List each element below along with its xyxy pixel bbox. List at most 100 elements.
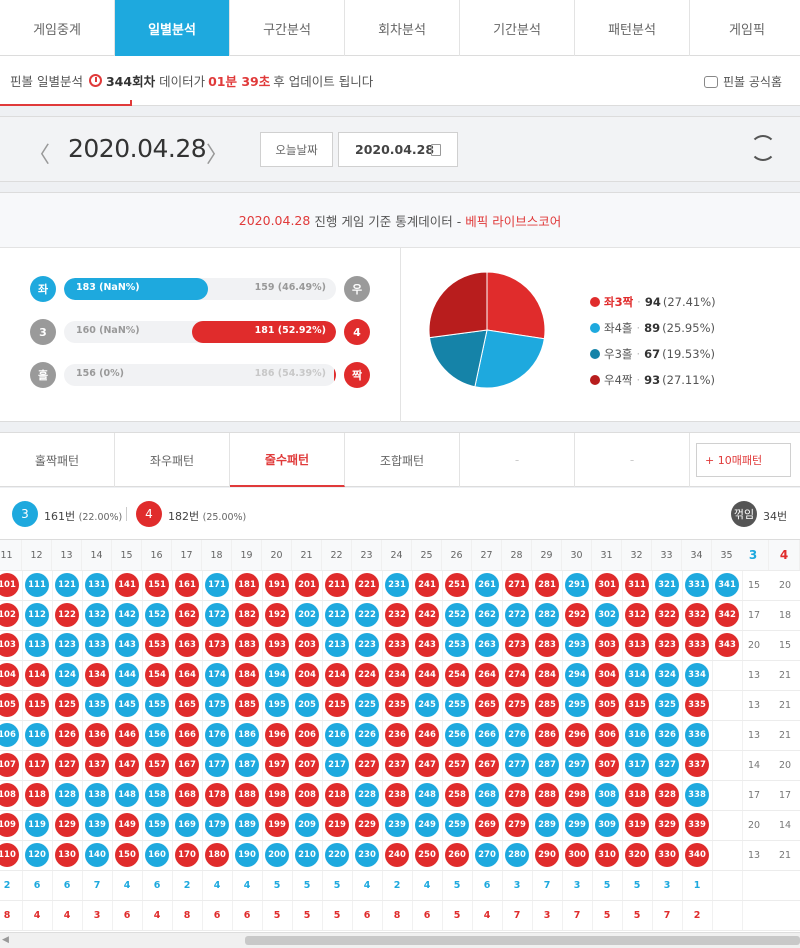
grid-ball: 264	[475, 663, 499, 687]
pattern-tab-3[interactable]: 조합패턴	[345, 433, 460, 487]
legend-pct: (19.53%)	[662, 347, 715, 361]
grid-ball: 136	[85, 723, 109, 747]
grid-foot-blue: 7	[543, 879, 551, 891]
grid-ball: 291	[565, 573, 589, 597]
grid-foot-blue: 4	[243, 879, 251, 891]
grid-ball: 128	[55, 783, 79, 807]
grid-ball: 321	[655, 573, 679, 597]
grid-ball: 155	[145, 693, 169, 717]
nav-tab-1[interactable]: 일별분석	[115, 0, 230, 56]
grid-vline	[712, 540, 713, 930]
date-input[interactable]: 2020.04.28	[338, 132, 458, 167]
nav-tab-3[interactable]: 회차분석	[345, 0, 460, 56]
grid-header-26: 26	[442, 540, 472, 570]
grid-ball: 114	[25, 663, 49, 687]
grid-ball: 272	[505, 603, 529, 627]
grid-ball: 230	[355, 843, 379, 867]
grid-ball: 108	[0, 783, 19, 807]
scroll-left-icon[interactable]: ◀	[2, 935, 9, 945]
stat-right-value: 181 (52.92%)	[254, 325, 326, 336]
grid-ball: 175	[205, 693, 229, 717]
pattern-tab-4[interactable]: -	[460, 433, 575, 487]
official-home-link[interactable]: 핀볼 공식홈	[703, 73, 782, 90]
nav-tab-5[interactable]: 패턴분석	[575, 0, 690, 56]
grid-header-19: 19	[232, 540, 262, 570]
grid-ball: 104	[0, 663, 19, 687]
grid-header-32: 32	[622, 540, 652, 570]
link-icon	[703, 75, 718, 88]
legend-sep: ·	[636, 373, 641, 387]
grid-foot-blue: 7	[93, 879, 101, 891]
ten-pattern-button[interactable]: + 10매패턴	[696, 443, 791, 477]
clock-icon	[88, 74, 102, 87]
stat-bar-track: 160 (NaN%) 181 (52.92%)	[64, 321, 336, 343]
grid-ball: 294	[565, 663, 589, 687]
grid-ball: 276	[505, 723, 529, 747]
grid-ball: 140	[85, 843, 109, 867]
grid-ball: 171	[205, 573, 229, 597]
grid-ball: 253	[445, 633, 469, 657]
scrollbar-thumb[interactable]	[245, 936, 800, 945]
grid-ball: 274	[505, 663, 529, 687]
grid-ball: 327	[655, 753, 679, 777]
nav-tab-2[interactable]: 구간분석	[230, 0, 345, 56]
legend-sep: ·	[636, 321, 641, 335]
broken-badge: 꺾임	[731, 501, 757, 527]
grid-foot-blue: 2	[183, 879, 191, 891]
grid-ball: 278	[505, 783, 529, 807]
grid-ball: 180	[205, 843, 229, 867]
pattern-tab-0[interactable]: 홀짝패턴	[0, 433, 115, 487]
nav-tab-0[interactable]: 게임중계	[0, 0, 115, 56]
grid-ball: 179	[205, 813, 229, 837]
grid-ball: 250	[415, 843, 439, 867]
grid-ball: 334	[685, 663, 709, 687]
grid-ball: 260	[445, 843, 469, 867]
grid-ball: 169	[175, 813, 199, 837]
grid-ball: 103	[0, 633, 19, 657]
notice-suffix: 후 업데이트 됩니다	[273, 74, 374, 89]
summary-3-pct: (22.00%)	[78, 512, 123, 523]
grid-ball: 178	[205, 783, 229, 807]
grid-ball: 330	[655, 843, 679, 867]
grid-ball: 204	[295, 663, 319, 687]
grid-ball: 313	[625, 633, 649, 657]
grid-ball: 196	[265, 723, 289, 747]
grid-scrollbar[interactable]: ◀	[0, 932, 800, 948]
pie-slice-0	[486, 271, 546, 340]
grid-ball: 341	[715, 573, 739, 597]
current-date: 2020.04.28	[68, 134, 207, 163]
grid-ball: 225	[355, 693, 379, 717]
grid-ball: 312	[625, 603, 649, 627]
date-bar: 〈 2020.04.28 〉 오늘날짜 2020.04.28	[0, 116, 800, 182]
grid-ball: 323	[655, 633, 679, 657]
pattern-tab-5[interactable]: -	[575, 433, 690, 487]
stats-divider	[400, 248, 401, 422]
grid-ball: 203	[295, 633, 319, 657]
pattern-tab-1[interactable]: 좌우패턴	[115, 433, 230, 487]
grid-side-value: 14	[778, 819, 792, 831]
grid-ball: 236	[385, 723, 409, 747]
grid-ball: 139	[85, 813, 109, 837]
nav-tab-6[interactable]: 게임픽	[690, 0, 800, 56]
nav-tab-4[interactable]: 기간분석	[460, 0, 575, 56]
grid-side-head-3: 3	[738, 540, 769, 570]
stat-right-value: 159 (46.49%)	[254, 282, 326, 293]
prev-date-button[interactable]: 〈	[28, 137, 50, 169]
today-button[interactable]: 오늘날짜	[260, 132, 333, 167]
grid-ball: 326	[655, 723, 679, 747]
pattern-tab-2[interactable]: 줄수패턴	[230, 433, 345, 487]
grid-ball: 247	[415, 753, 439, 777]
legend-dot	[590, 297, 600, 307]
grid-ball: 112	[25, 603, 49, 627]
next-date-button[interactable]: 〉	[206, 137, 228, 169]
grid-header-34: 34	[682, 540, 712, 570]
grid-side-value: 20	[778, 759, 792, 771]
grid-side-value: 21	[778, 669, 792, 681]
grid-ball: 120	[25, 843, 49, 867]
grid-side-value: 21	[778, 729, 792, 741]
stat-left-value: 160 (NaN%)	[76, 325, 140, 336]
grid-foot-red: 6	[423, 909, 431, 921]
refresh-icon[interactable]	[750, 135, 776, 161]
grid-ball: 309	[595, 813, 619, 837]
grid-hline	[0, 780, 800, 781]
